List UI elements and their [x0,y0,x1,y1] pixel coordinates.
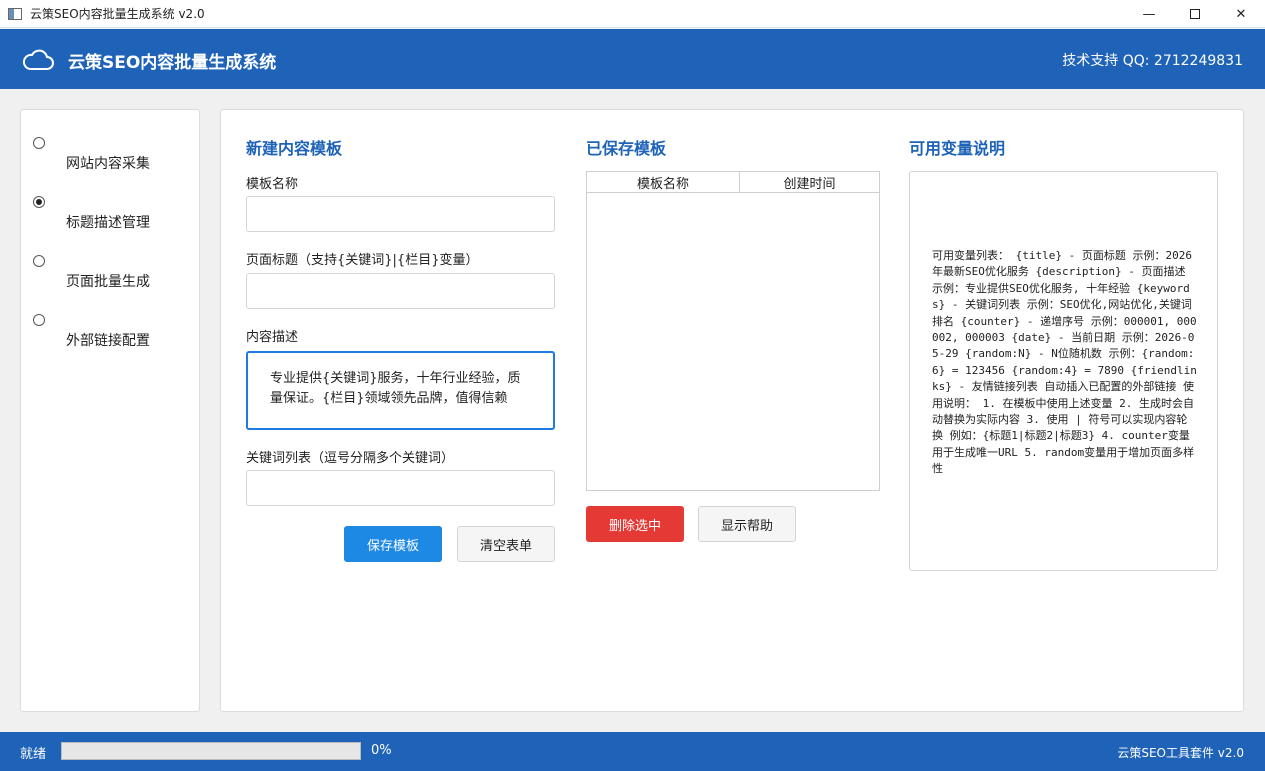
sidebar-item-batch-generate[interactable]: 页面批量生成 [21,255,199,305]
main-panel: 新建内容模板 模板名称 页面标题（支持{关键词}|{栏目}变量） 内容描述 专业… [220,109,1244,712]
template-name-label: 模板名称 [246,177,299,192]
window-titlebar: 云策SEO内容批量生成系统 v2.0 — ✕ [0,0,1265,28]
keywords-input[interactable] [246,470,555,506]
app-name: 云策SEO内容批量生成系统 [68,53,277,73]
sidebar-item-label: 网站内容采集 [66,156,150,172]
app-header: 云策SEO内容批量生成系统 技术支持 QQ: 2712249831 [0,29,1265,89]
sidebar-item-label: 页面批量生成 [66,274,150,290]
radio-button-selected[interactable] [33,196,45,208]
window-title: 云策SEO内容批量生成系统 v2.0 [30,7,205,21]
column-header-template-name[interactable]: 模板名称 [587,172,740,192]
status-bar: 就绪 0% 云策SEO工具套件 v2.0 [0,732,1265,771]
show-help-button[interactable]: 显示帮助 [698,506,796,542]
sidebar-item-title-desc-manage[interactable]: 标题描述管理 [21,196,199,246]
close-button[interactable]: ✕ [1218,0,1264,28]
radio-button[interactable] [33,314,45,326]
column-header-created-time[interactable]: 创建时间 [740,172,879,192]
progress-percent: 0% [371,743,392,758]
template-name-input[interactable] [246,196,555,232]
saved-templates-table[interactable]: 模板名称 创建时间 [586,171,880,491]
sidebar-item-content-collect[interactable]: 网站内容采集 [21,137,199,187]
content-desc-textarea[interactable]: 专业提供{关键词}服务，十年行业经验，质量保证。{栏目}领域领先品牌，值得信赖 [246,351,555,430]
page-title-input[interactable] [246,273,555,309]
maximize-icon [1190,9,1200,19]
variables-help-box[interactable]: 可用变量列表： {title} - 页面标题 示例：2026年最新SEO优化服务… [909,171,1218,571]
sidebar-item-label: 标题描述管理 [66,215,150,231]
variables-title: 可用变量说明 [909,139,1006,158]
delete-selected-button[interactable]: 删除选中 [586,506,684,542]
minimize-button[interactable]: — [1126,0,1172,28]
radio-button[interactable] [33,137,45,149]
table-header: 模板名称 创建时间 [587,172,879,193]
minimize-icon: — [1142,6,1156,22]
version-label: 云策SEO工具套件 v2.0 [1117,746,1244,760]
variables-help-text: 可用变量列表： {title} - 页面标题 示例：2026年最新SEO优化服务… [932,249,1197,476]
page-title-label: 页面标题（支持{关键词}|{栏目}变量） [246,253,479,268]
content-desc-value: 专业提供{关键词}服务，十年行业经验，质量保证。{栏目}领域领先品牌，值得信赖 [270,371,521,406]
save-template-button[interactable]: 保存模板 [344,526,442,562]
status-text: 就绪 [20,747,47,762]
radio-button[interactable] [33,255,45,267]
close-icon: ✕ [1235,6,1247,22]
sidebar-item-label: 外部链接配置 [66,333,150,349]
cloud-icon [22,49,54,70]
maximize-button[interactable] [1172,0,1218,28]
saved-templates-title: 已保存模板 [586,139,667,158]
sidebar-item-external-links[interactable]: 外部链接配置 [21,314,199,364]
app-window-icon [8,7,22,20]
keywords-label: 关键词列表（逗号分隔多个关键词） [246,451,455,466]
content-desc-label: 内容描述 [246,330,299,345]
support-contact: 技术支持 QQ: 2712249831 [1062,53,1243,69]
progress-bar [61,742,361,760]
sidebar-nav: 网站内容采集 标题描述管理 页面批量生成 外部链接配置 [20,109,200,712]
clear-form-button[interactable]: 清空表单 [457,526,555,562]
new-template-title: 新建内容模板 [246,139,343,158]
